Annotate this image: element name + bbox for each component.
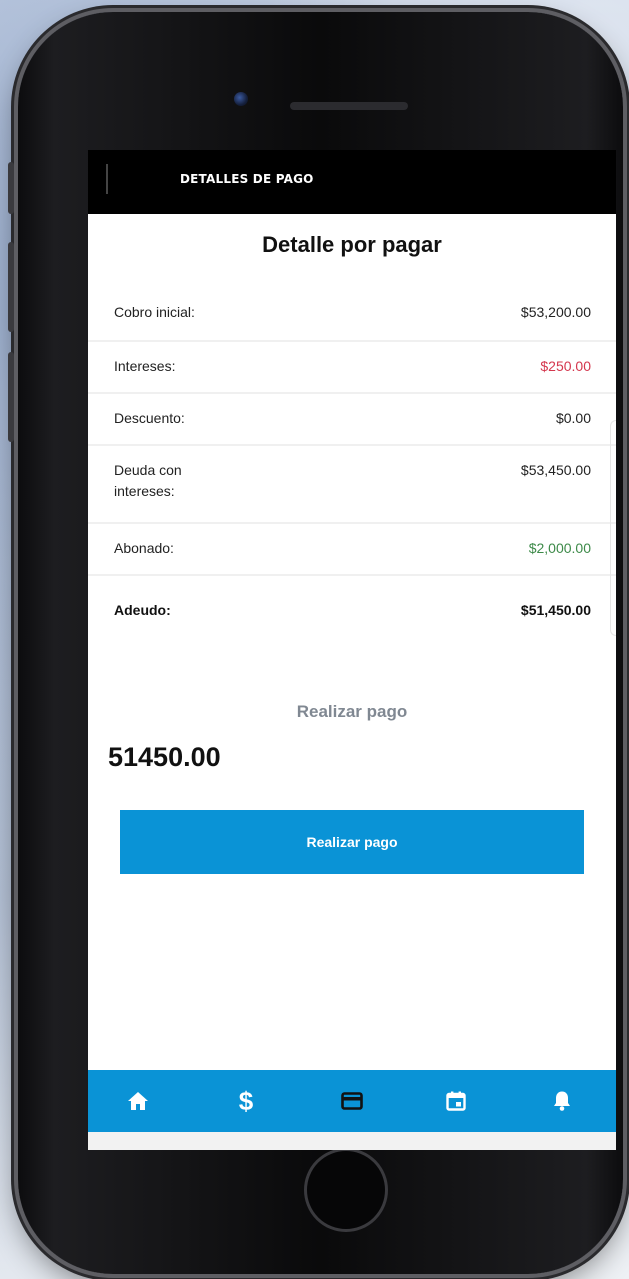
row-cobro-inicial: Cobro inicial: $53,200.00 (88, 284, 616, 342)
row-intereses: Intereses: $250.00 (88, 342, 616, 394)
row-label: Descuento: (114, 410, 185, 426)
page-title: DETALLES DE PAGO (180, 172, 314, 186)
row-label: Abonado: (114, 540, 174, 556)
front-camera (234, 92, 248, 106)
row-value-paid: $2,000.00 (528, 540, 591, 556)
volume-up-button (8, 242, 14, 332)
row-value: $53,200.00 (520, 304, 591, 320)
credit-card-icon (341, 1092, 363, 1110)
app-header: DETALLES DE PAGO (88, 150, 616, 214)
row-abonado: Abonado: $2,000.00 (88, 524, 616, 576)
payment-subtitle: Realizar pago (296, 702, 408, 721)
nav-item-notifications[interactable] (532, 1070, 592, 1132)
nav-item-payments[interactable]: $ (216, 1070, 276, 1132)
header-divider (106, 164, 108, 194)
earpiece-speaker (290, 102, 408, 110)
row-value: $53,450.00 (520, 462, 591, 478)
mute-switch (8, 162, 14, 214)
row-label: Adeudo: (114, 602, 171, 618)
payment-amount: 51450.00 (108, 742, 221, 772)
row-label: Deuda con intereses: (114, 462, 182, 499)
row-label: Intereses: (114, 358, 176, 374)
row-descuento: Descuento: $0.00 (88, 394, 616, 446)
row-label: Cobro inicial: (114, 304, 195, 320)
detail-heading: Detalle por pagar (262, 232, 442, 257)
nav-item-home[interactable] (108, 1070, 168, 1132)
row-deuda-con-intereses: Deuda con intereses: $53,450.00 (88, 446, 616, 524)
payment-detail-list: Cobro inicial: $53,200.00 Intereses: $25… (88, 284, 616, 652)
calendar-icon (446, 1091, 466, 1111)
volume-down-button (8, 352, 14, 442)
row-value-interest: $250.00 (540, 358, 591, 374)
app-screen: DETALLES DE PAGO Detalle por pagar Cobro… (88, 150, 616, 1150)
bell-icon (554, 1091, 570, 1111)
row-value-total: $51,450.00 (520, 602, 591, 618)
scrollbar[interactable] (610, 420, 616, 636)
nav-item-card[interactable] (322, 1070, 382, 1132)
row-adeudo: Adeudo: $51,450.00 (88, 576, 616, 652)
row-value: $0.00 (555, 410, 591, 426)
nav-item-calendar[interactable] (426, 1070, 486, 1132)
home-icon (128, 1092, 148, 1110)
bottom-safe-area (88, 1132, 616, 1150)
make-payment-button[interactable]: Realizar pago (120, 810, 584, 874)
phone-frame: DETALLES DE PAGO Detalle por pagar Cobro… (8, 12, 623, 1274)
home-button[interactable] (304, 1148, 388, 1232)
bottom-navigation: $ (88, 1070, 616, 1132)
dollar-icon: $ (238, 1086, 254, 1116)
